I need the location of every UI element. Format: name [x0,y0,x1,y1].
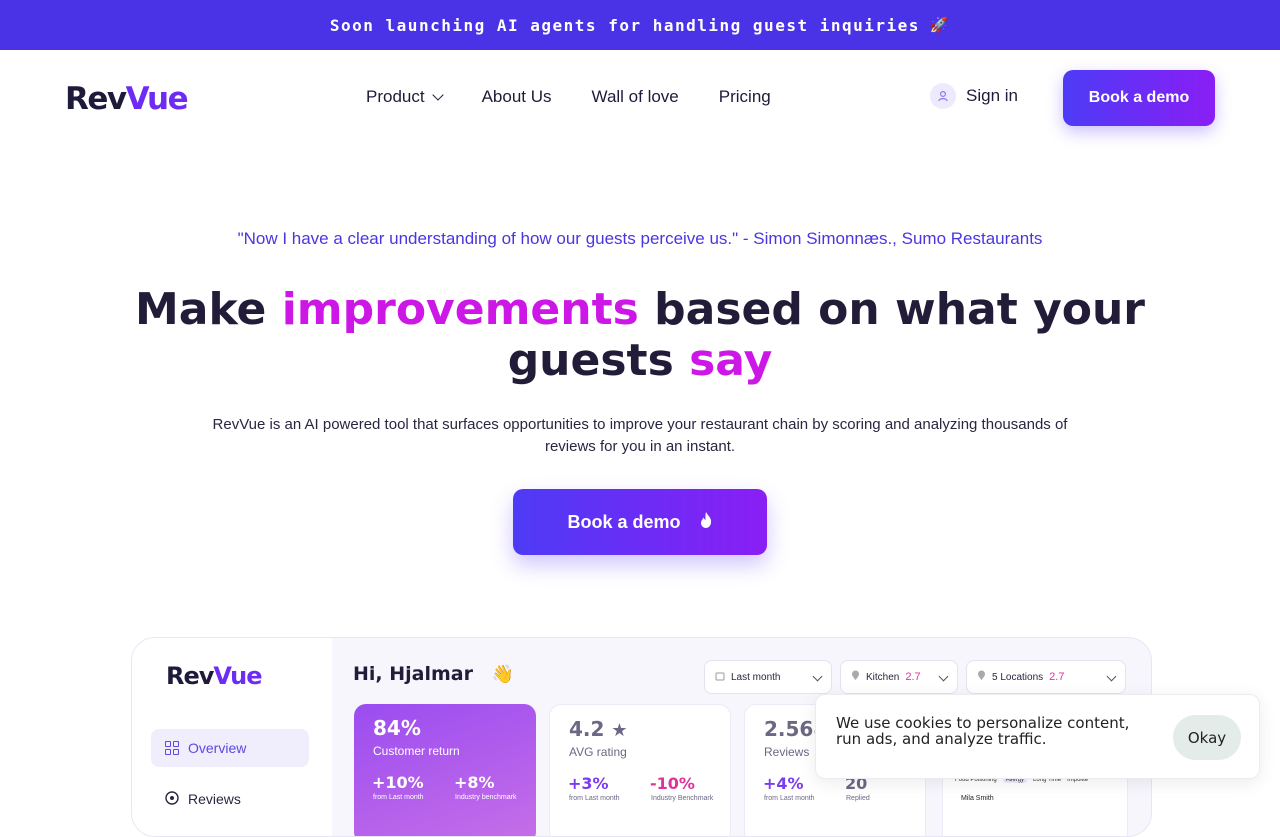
book-demo-label: Book a demo [567,511,681,532]
book-demo-button-hero[interactable]: Book a demo [513,489,767,555]
nav-item-pricing-label: Pricing [718,87,771,106]
logo-text-vue: Vue [125,81,189,117]
announcement-banner: Soon launching AI agents for handling gu… [0,0,1280,50]
chevron-down-icon [938,671,949,682]
stat-value: 84% [373,716,421,740]
filter-date[interactable]: Last month [704,660,832,694]
dashboard-greeting: Hi, Hjalmar 👋 [353,663,514,685]
reviewer-name: Mila Smith [961,795,994,802]
sign-in-link[interactable]: Sign in [930,83,1018,109]
wave-icon: 👋 [491,664,515,685]
headline-word: Make [134,284,282,335]
headline-word: based on what your [638,284,1145,335]
testimonial-quote: "Now I have a clear understanding of how… [237,229,1043,248]
stat-value-number: 4.2 [569,717,605,741]
nav-item-about-us[interactable]: About Us [482,87,552,107]
stat-card-avg-rating: 4.2 ★ AVG rating +3% from Last month -10… [549,704,731,836]
stat-label: AVG rating [569,745,627,759]
headline-highlight: say [689,335,773,386]
nav-item-pricing[interactable]: Pricing [719,87,771,107]
book-demo-button-nav[interactable]: Book a demo [1063,70,1215,126]
logo-text-vue: Vue [213,662,262,690]
grid-icon [165,741,179,755]
reviews-icon [165,790,179,808]
user-icon [930,83,956,109]
nav-item-wall-label: Wall of love [591,87,679,106]
cookie-text: We use cookies to personalize content, r… [836,714,1130,748]
sidebar-item-label: Overview [188,740,247,756]
headline-word: guests [507,335,690,386]
filter-label: Last month [731,671,781,683]
filter-locations[interactable]: 5 Locations 2.7 [966,660,1126,694]
sidebar-item-overview[interactable]: Overview [151,729,309,767]
rocket-icon: 🚀 [929,16,951,34]
pin-icon [851,670,860,684]
stat-value: 4.2 ★ [569,717,628,741]
hero-headline: Make improvements based on what your gue… [0,284,1280,386]
filter-value: 2.7 [1049,671,1065,683]
dashboard-sidebar: RevVue Overview Reviews [132,638,332,836]
nav-item-wall-of-love[interactable]: Wall of love [592,87,679,107]
sidebar-item-label: Reviews [188,791,241,807]
nav-links: Product About Us Wall of love Pricing [366,87,771,107]
stat-delta: +4% [763,774,804,793]
brand-logo[interactable]: RevVue [65,81,189,117]
stat-delta-caption: Industry Benchmark [651,795,714,802]
chevron-down-icon [431,88,444,101]
star-icon: ★ [611,720,628,741]
sign-in-label: Sign in [966,86,1018,105]
stat-label: Customer return [373,744,460,758]
stat-delta-caption: from Last month [569,795,620,802]
stat-delta: +10% [372,773,424,792]
stat-delta: +8% [454,773,495,792]
nav-item-about-label: About Us [481,87,552,106]
pin-icon [977,670,986,684]
logo-text-rev: Rev [65,81,127,117]
nav-item-product[interactable]: Product [366,87,444,107]
top-nav: RevVue Product About Us Wall of love Pri… [0,50,1280,146]
stat-delta: +3% [568,774,609,793]
chevron-down-icon [1106,671,1117,682]
nav-item-product-label: Product [366,87,425,106]
filter-value: 2.7 [905,671,921,683]
greeting-text: Hi, Hjalmar [353,663,473,685]
stat-delta-caption: from Last month [764,795,815,802]
logo-text-rev: Rev [166,662,214,690]
stat-delta: -10% [650,774,695,793]
filter-label: 5 Locations [992,671,1044,683]
cookie-consent-banner: We use cookies to personalize content, r… [815,694,1260,779]
dashboard-logo: RevVue [166,662,263,690]
filter-category[interactable]: Kitchen 2.7 [840,660,958,694]
sidebar-item-reviews[interactable]: Reviews [151,780,309,818]
calendar-icon [715,671,725,684]
chevron-down-icon [812,671,823,682]
banner-text: Soon launching AI agents for handling gu… [329,15,920,35]
flame-icon [699,511,713,534]
stat-card-customer-return: 84% Customer return +10% from Last month… [354,704,536,836]
headline-highlight: improvements [281,284,639,335]
cookie-okay-button[interactable]: Okay [1173,715,1241,760]
hero-subtitle: RevVue is an AI powered tool that surfac… [212,416,1068,455]
stat-delta-caption: Replied [846,795,870,802]
filter-label: Kitchen [866,671,900,683]
stat-label: Reviews [764,745,810,759]
